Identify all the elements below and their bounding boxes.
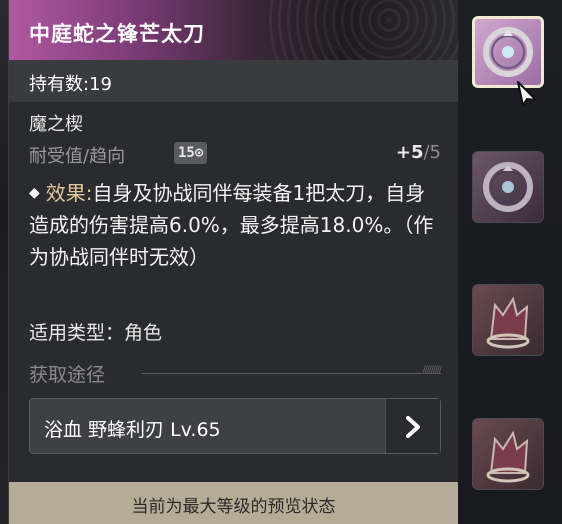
wolf-head-icon (486, 430, 530, 483)
source-entry-label: 浴血 野蜂利刃 Lv.65 (44, 419, 221, 441)
preview-status-bar: 当前为最大等级的预览状态 (9, 482, 458, 524)
item-type: 魔之楔 (29, 114, 83, 135)
durability-current: +5 (395, 142, 424, 163)
serpent-ring-icon (483, 162, 533, 212)
item-tooltip: 中庭蛇之锋芒太刀 持有数:19 魔之楔 耐受值/趋向 15⊙ +5/5 ◆ 效果:… (8, 0, 459, 524)
source-header: 获取途径 (29, 360, 441, 386)
durability-value: +5/5 (396, 142, 441, 163)
wolf-head-icon (486, 296, 530, 349)
source-entry-button[interactable]: 浴血 野蜂利刃 Lv.65 (29, 398, 441, 454)
effect-description: ◆ 效果:自身及协战同伴每装备1把太刀，自身造成的伤害提高6.0%，最多提高18.… (29, 177, 441, 273)
holding-row: 持有数:19 (9, 60, 458, 102)
preview-status-text: 当前为最大等级的预览状态 (131, 497, 336, 517)
item-slot-2[interactable] (472, 151, 544, 223)
item-slot-3[interactable] (472, 284, 544, 356)
item-slot-4[interactable] (472, 418, 544, 490)
apply-type: 适用类型：角色 (29, 322, 163, 344)
divider (141, 365, 441, 375)
item-slot-1[interactable] (472, 16, 544, 88)
item-header: 中庭蛇之锋芒太刀 (9, 0, 459, 60)
durability-max: /5 (423, 142, 441, 163)
item-title: 中庭蛇之锋芒太刀 (29, 22, 205, 46)
serpent-ring-icon (483, 27, 533, 77)
chevron-right-icon[interactable] (385, 399, 440, 453)
diamond-bullet-icon: ◆ (29, 185, 40, 201)
durability-label: 耐受值/趋向 (29, 146, 126, 167)
holding-count: 持有数:19 (29, 74, 112, 95)
source-label: 获取途径 (29, 364, 106, 386)
durability-badge: 15⊙ (174, 142, 208, 164)
durability-row: 耐受值/趋向 15⊙ +5/5 (29, 140, 441, 168)
cursor-icon (517, 81, 537, 106)
effect-prefix: 效果: (45, 181, 93, 205)
